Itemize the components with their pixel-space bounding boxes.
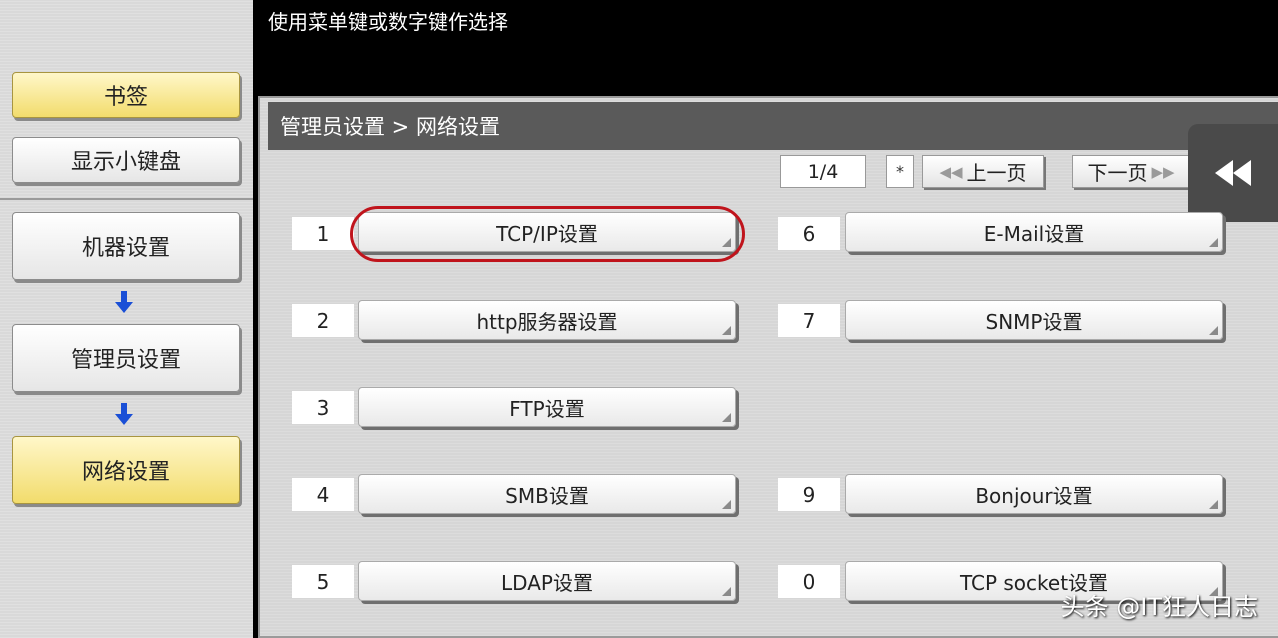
menu-item-bonjour[interactable]: Bonjour设置 (845, 474, 1223, 514)
page-indicator: 1/4 (780, 155, 866, 188)
menu-item-label: FTP设置 (509, 396, 585, 421)
item-number: 0 (778, 565, 840, 598)
next-page-button[interactable]: 下一页 ▶▶ (1072, 155, 1190, 188)
collapse-panel-button[interactable] (1188, 124, 1278, 222)
menu-item-label: http服务器设置 (476, 309, 618, 334)
breadcrumb: 管理员设置 > 网络设置 (268, 102, 1278, 150)
show-keypad-button[interactable]: 显示小键盘 (12, 137, 240, 183)
nav-network-settings[interactable]: 网络设置 (12, 436, 240, 504)
menu-item-snmp[interactable]: SNMP设置 (845, 300, 1223, 340)
item-number: 5 (292, 565, 354, 598)
item-number: 1 (292, 217, 354, 250)
instruction-text: 使用菜单键或数字键作选择 (268, 10, 508, 34)
item-number: 4 (292, 478, 354, 511)
menu-item-label: E-Mail设置 (983, 221, 1085, 246)
down-arrow-icon (113, 290, 135, 314)
sidebar: 书签 显示小键盘 机器设置 管理员设置 网络设置 (0, 0, 253, 638)
prev-page-label: 上一页 (966, 161, 1027, 185)
item-number: 6 (778, 217, 840, 250)
star-key-button[interactable]: * (886, 155, 914, 188)
item-number: 3 (292, 391, 354, 424)
sidebar-divider (0, 198, 253, 200)
menu-item-ftp[interactable]: FTP设置 (358, 387, 736, 427)
next-page-label: 下一页 (1087, 161, 1148, 185)
bookmark-button[interactable]: 书签 (12, 72, 240, 118)
menu-item-tcpip[interactable]: TCP/IP设置 (358, 212, 736, 252)
item-number: 9 (778, 478, 840, 511)
menu-item-email[interactable]: E-Mail设置 (845, 212, 1223, 252)
double-left-chevron-icon: ◀◀ (939, 162, 963, 181)
menu-item-label: SNMP设置 (985, 309, 1083, 334)
menu-item-ldap[interactable]: LDAP设置 (358, 561, 736, 601)
menu-item-http-server[interactable]: http服务器设置 (358, 300, 736, 340)
menu-item-label: LDAP设置 (501, 570, 593, 595)
menu-item-smb[interactable]: SMB设置 (358, 474, 736, 514)
nav-machine-settings[interactable]: 机器设置 (12, 212, 240, 280)
rewind-icon (1215, 160, 1251, 186)
menu-item-label: TCP/IP设置 (496, 221, 598, 246)
menu-item-label: Bonjour设置 (975, 483, 1093, 508)
prev-page-button[interactable]: ◀◀ 上一页 (922, 155, 1044, 188)
nav-admin-settings[interactable]: 管理员设置 (12, 324, 240, 392)
menu-item-label: SMB设置 (505, 483, 589, 508)
item-number: 7 (778, 304, 840, 337)
watermark: 头条 @IT狂人日志 (1060, 593, 1258, 621)
down-arrow-icon (113, 402, 135, 426)
double-right-chevron-icon: ▶▶ (1151, 162, 1175, 181)
item-number: 2 (292, 304, 354, 337)
